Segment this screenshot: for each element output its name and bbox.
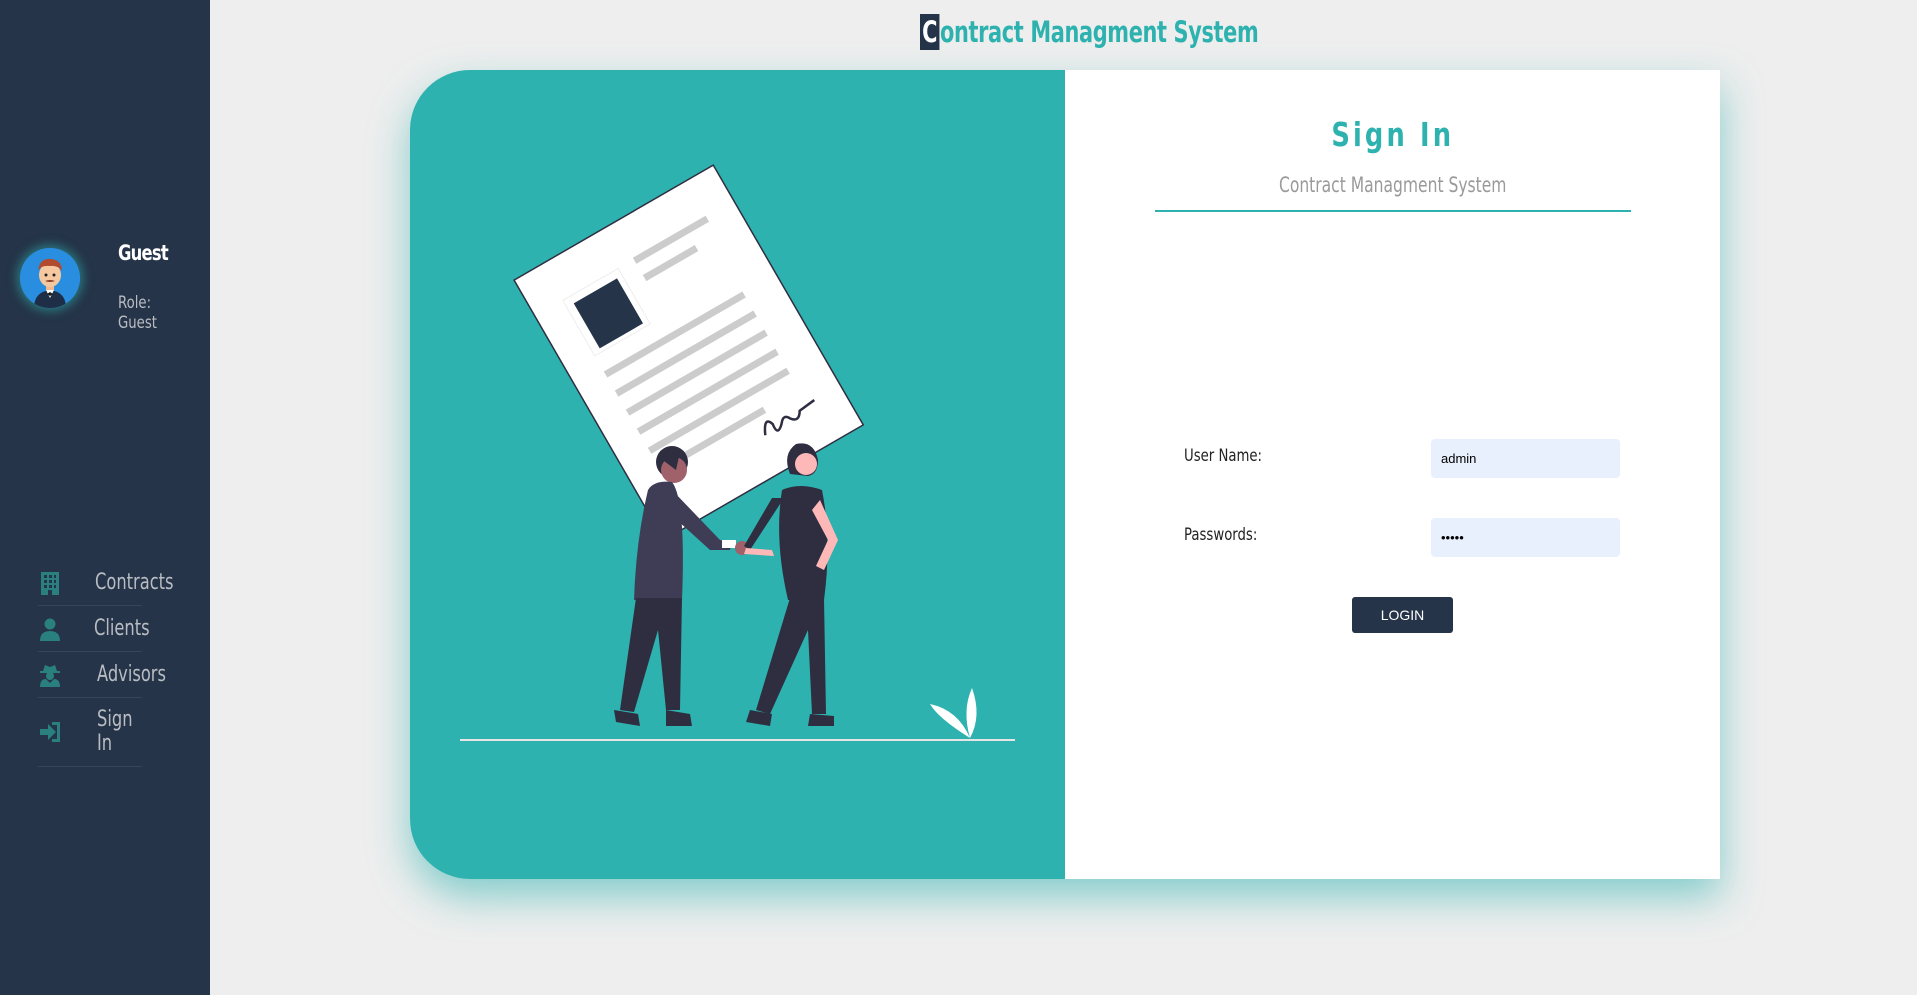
username-input[interactable]: [1431, 439, 1620, 478]
sign-in-icon: [40, 722, 60, 742]
sidebar-item-clients-label: Clients: [94, 615, 150, 641]
sidebar-item-contracts-label: Contracts: [95, 569, 174, 595]
signin-panel: Sign In Contract Managment System User N…: [1065, 70, 1720, 879]
app-title: Contract Managment System: [920, 12, 1259, 52]
handshake-contract-illustration: [460, 164, 1015, 741]
sidebar-item-advisors[interactable]: Advisors: [38, 652, 166, 698]
user-avatar: [20, 248, 80, 308]
user-role: Role: Guest: [118, 293, 157, 333]
user-name: Guest: [118, 241, 169, 265]
sidebar-item-sign-in-label: Sign In: [97, 707, 133, 756]
sidebar-item-contracts[interactable]: Contracts: [38, 560, 174, 606]
sidebar-item-sign-in[interactable]: Sign In: [38, 698, 142, 767]
title-divider: [1155, 210, 1631, 212]
app-title-text: ontract Managment System: [940, 15, 1259, 49]
sidebar: Guest Role: Guest Contracts Clients Advi…: [0, 0, 210, 995]
app-title-initial: C: [920, 14, 940, 50]
signin-title: Sign In: [1065, 115, 1720, 154]
sidebar-item-advisors-label: Advisors: [97, 661, 166, 687]
user-secret-icon: [40, 665, 60, 687]
password-label: Passwords:: [1184, 525, 1258, 545]
signin-subtitle: Contract Managment System: [1065, 173, 1720, 197]
sidebar-nav: Contracts Clients Advisors Sign In: [38, 560, 174, 767]
building-icon: [41, 572, 59, 595]
login-button[interactable]: LOGIN: [1352, 597, 1453, 633]
username-label: User Name:: [1184, 446, 1263, 466]
avatar-illustration: [20, 248, 80, 308]
illustration-panel: [410, 70, 1065, 879]
signin-subtitle-text: Contract Managment System: [1278, 173, 1507, 197]
password-input[interactable]: [1431, 518, 1620, 557]
login-card: Sign In Contract Managment System User N…: [410, 70, 1720, 879]
sidebar-item-clients[interactable]: Clients: [38, 606, 150, 652]
user-icon: [40, 618, 60, 641]
signin-title-text: Sign In: [1331, 115, 1454, 154]
